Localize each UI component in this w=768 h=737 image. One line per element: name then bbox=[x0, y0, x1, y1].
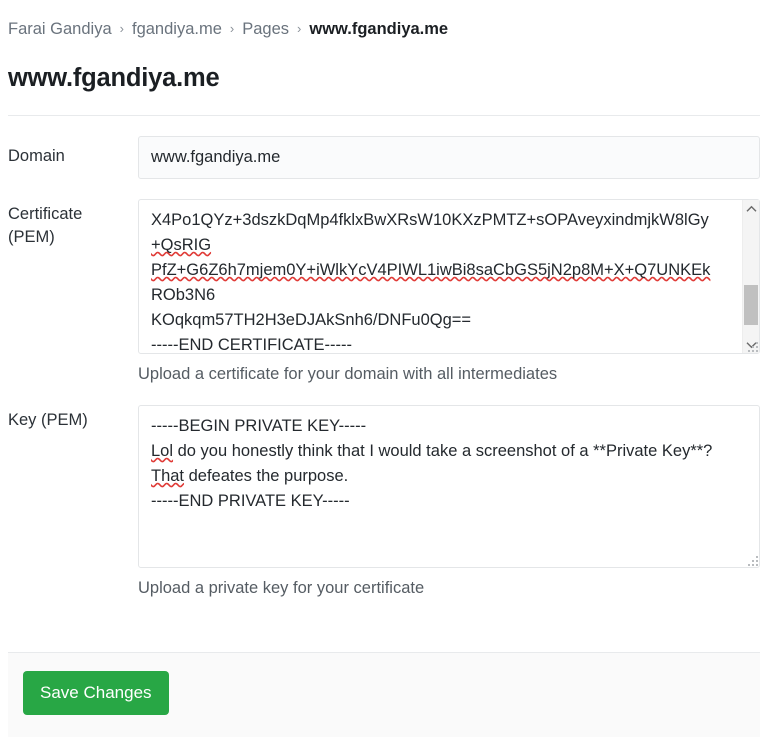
certificate-label-line2: (PEM) bbox=[8, 228, 55, 246]
scroll-up-arrow-icon[interactable] bbox=[743, 200, 759, 217]
text-line: PfZ+G6Z6h7mjem0Y+iWlkYcV4PIWL1iwBi8saCbG… bbox=[151, 258, 727, 283]
form-footer: Save Changes bbox=[8, 652, 760, 737]
page-header: www.fgandiya.me bbox=[0, 39, 768, 93]
text-line: -----END CERTIFICATE----- bbox=[151, 336, 353, 354]
breadcrumb-item-owner[interactable]: Farai Gandiya bbox=[8, 19, 112, 39]
certificate-scrollbar-thumb[interactable] bbox=[744, 285, 758, 325]
domain-label: Domain bbox=[8, 147, 65, 165]
title-divider bbox=[8, 115, 760, 116]
breadcrumb-separator-icon: › bbox=[119, 21, 124, 36]
text-line: X4Po1QYz+3dszkDqMp4fklxBwXRsW10KXzPMTZ+s… bbox=[151, 211, 709, 229]
breadcrumb-separator-icon: › bbox=[229, 21, 235, 36]
spellcheck-underline: PfZ+G6Z6h7mjem0Y+iWlkYcV4PIWL1iwBi8saCbG… bbox=[151, 261, 711, 279]
certificate-resize-handle[interactable] bbox=[746, 340, 758, 352]
certificate-textarea[interactable]: X4Po1QYz+3dszkDqMp4fklxBwXRsW10KXzPMTZ+s… bbox=[138, 199, 760, 354]
key-row: Key (PEM) -----BEGIN PRIVATE KEY----- Lol… bbox=[8, 405, 760, 599]
text-line: Lol do you honestly think that I would t… bbox=[151, 442, 713, 460]
spellcheck-underline: +QsRIG bbox=[151, 236, 212, 254]
certificate-label: Certificate (PEM) bbox=[8, 199, 138, 249]
key-resize-handle[interactable] bbox=[746, 554, 758, 566]
breadcrumb-item-current: www.fgandiya.me bbox=[309, 20, 449, 38]
key-label: Key (PEM) bbox=[8, 411, 88, 429]
certificate-form: Domain Certificate (PEM) X4Po1QYz+3dszkD… bbox=[0, 136, 768, 599]
certificate-textarea-wrapper: X4Po1QYz+3dszkDqMp4fklxBwXRsW10KXzPMTZ+s… bbox=[138, 199, 760, 354]
page-title: www.fgandiya.me bbox=[8, 64, 220, 92]
text-line: -----END PRIVATE KEY----- bbox=[151, 492, 350, 510]
text-line: KOqkqm57TH2H3eDJAkSnh6/DNFu0Qg== bbox=[151, 311, 472, 329]
save-changes-button[interactable]: Save Changes bbox=[23, 671, 169, 715]
breadcrumb-item-repository[interactable]: fgandiya.me bbox=[132, 19, 222, 39]
text-line: +QsRIG bbox=[151, 233, 727, 258]
breadcrumb: Farai Gandiya › fgandiya.me › Pages › ww… bbox=[0, 0, 768, 39]
spellcheck-underline: Lol bbox=[151, 442, 174, 460]
text-line: -----BEGIN PRIVATE KEY----- bbox=[151, 417, 367, 435]
key-textarea[interactable]: -----BEGIN PRIVATE KEY----- Lol do you ho… bbox=[138, 405, 760, 568]
domain-row: Domain bbox=[8, 136, 760, 179]
text-line: That defeates the purpose. bbox=[151, 467, 349, 485]
certificate-scrollbar[interactable] bbox=[742, 200, 759, 353]
breadcrumb-separator-icon: › bbox=[297, 21, 302, 36]
certificate-label-line1: Certificate bbox=[8, 205, 83, 223]
certificate-row: Certificate (PEM) X4Po1QYz+3dszkDqMp4fkl… bbox=[8, 199, 760, 385]
key-help-text: Upload a private key for your certificat… bbox=[138, 579, 425, 597]
key-textarea-wrapper: -----BEGIN PRIVATE KEY----- Lol do you ho… bbox=[138, 405, 760, 568]
page-root: Farai Gandiya › fgandiya.me › Pages › ww… bbox=[0, 0, 768, 737]
breadcrumb-item-pages[interactable]: Pages bbox=[242, 19, 289, 39]
text-line: ROb3N6 bbox=[151, 286, 216, 304]
domain-input[interactable] bbox=[138, 136, 760, 179]
certificate-help-text: Upload a certificate for your domain wit… bbox=[138, 365, 558, 383]
spellcheck-underline: That bbox=[151, 467, 185, 485]
